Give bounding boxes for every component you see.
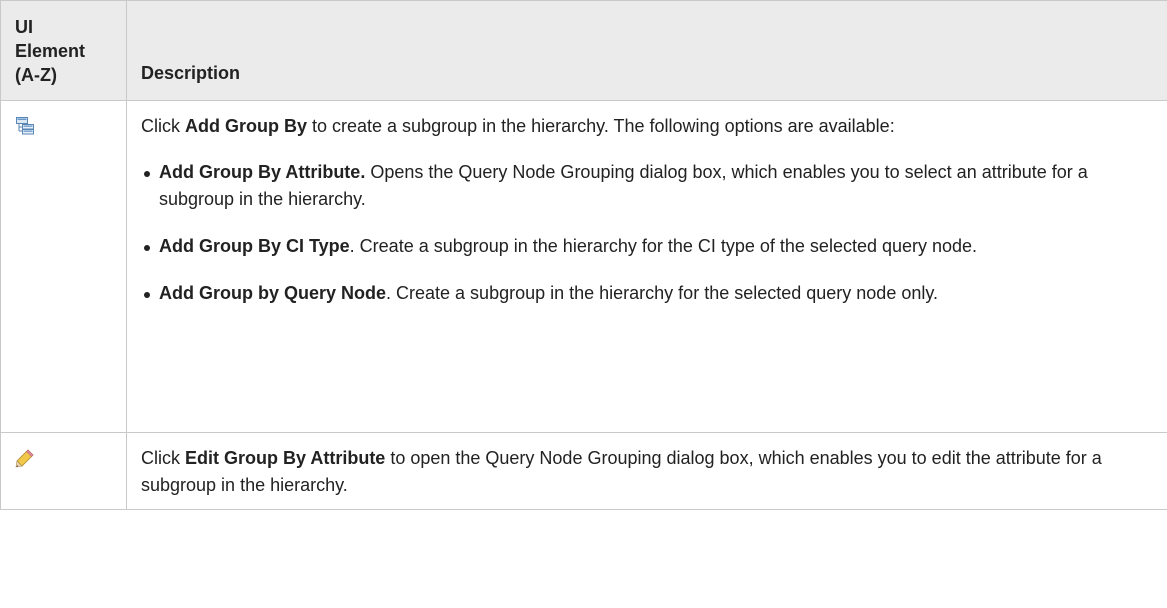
header-ui-element-line: Element bbox=[15, 41, 86, 61]
description-intro: Click Edit Group By Attribute to open th… bbox=[141, 445, 1153, 499]
list-item: Add Group by Query Node. Create a subgro… bbox=[141, 280, 1153, 307]
intro-text: Click bbox=[141, 448, 185, 468]
intro-bold: Add Group By bbox=[185, 116, 307, 136]
header-ui-element: UI Element (A-Z) bbox=[0, 0, 127, 101]
option-title: Add Group By CI Type bbox=[159, 236, 350, 256]
element-cell bbox=[0, 432, 127, 510]
header-row: UI Element (A-Z) Description bbox=[0, 0, 1167, 101]
intro-text: Click bbox=[141, 116, 185, 136]
add-group-by-icon bbox=[15, 116, 35, 136]
header-ui-element-line: (A-Z) bbox=[15, 65, 57, 85]
list-item: Add Group By CI Type. Create a subgroup … bbox=[141, 233, 1153, 260]
header-ui-element-line: UI bbox=[15, 17, 33, 37]
option-title: Add Group by Query Node bbox=[159, 283, 387, 303]
table-row: Click Add Group By to create a subgroup … bbox=[0, 100, 1167, 433]
element-cell bbox=[0, 100, 127, 433]
pencil-edit-icon bbox=[15, 448, 35, 468]
option-text: . Create a subgroup in the hierarchy for… bbox=[349, 236, 978, 256]
list-item: Add Group By Attribute. Opens the Query … bbox=[141, 159, 1153, 213]
option-text: . Create a subgroup in the hierarchy for… bbox=[386, 283, 939, 303]
description-cell: Click Add Group By to create a subgroup … bbox=[126, 100, 1167, 433]
intro-text: to create a subgroup in the hierarchy. T… bbox=[307, 116, 895, 136]
header-description: Description bbox=[126, 0, 1167, 101]
table-row: Click Edit Group By Attribute to open th… bbox=[0, 432, 1167, 510]
option-title: Add Group By Attribute. bbox=[159, 162, 366, 182]
intro-bold: Edit Group By Attribute bbox=[185, 448, 386, 468]
ui-elements-table: UI Element (A-Z) Description Click Add G… bbox=[0, 0, 1167, 510]
options-list: Add Group By Attribute. Opens the Query … bbox=[141, 159, 1153, 307]
description-cell: Click Edit Group By Attribute to open th… bbox=[126, 432, 1167, 510]
description-intro: Click Add Group By to create a subgroup … bbox=[141, 113, 1153, 140]
